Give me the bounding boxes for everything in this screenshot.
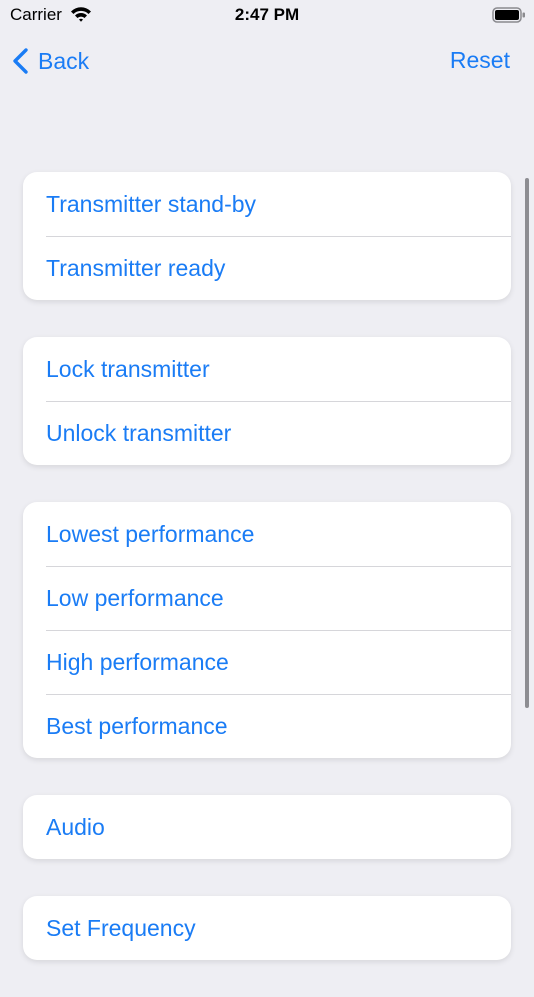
group-transmitter-lock: Lock transmitter Unlock transmitter (23, 337, 511, 465)
battery-icon (492, 7, 525, 23)
lowest-performance-button[interactable]: Lowest performance (23, 502, 511, 566)
high-performance-button[interactable]: High performance (23, 630, 511, 694)
group-frequency: Set Frequency (23, 896, 511, 960)
transmitter-ready-button[interactable]: Transmitter ready (23, 236, 511, 300)
chevron-left-icon (13, 48, 28, 74)
vertical-scrollbar[interactable] (525, 178, 529, 708)
best-performance-button[interactable]: Best performance (23, 694, 511, 758)
back-button[interactable]: Back (10, 44, 89, 78)
status-bar: Carrier 2:47 PM (0, 0, 534, 32)
unlock-transmitter-button[interactable]: Unlock transmitter (23, 401, 511, 465)
transmitter-standby-button[interactable]: Transmitter stand-by (23, 172, 511, 236)
clock-time: 2:47 PM (234, 5, 300, 24)
navigation-bar: Back Reset (0, 36, 534, 86)
set-frequency-button[interactable]: Set Frequency (23, 896, 511, 960)
group-performance: Lowest performance Low performance High … (23, 502, 511, 758)
back-label: Back (38, 47, 90, 74)
group-audio: Audio (23, 795, 511, 859)
lock-transmitter-button[interactable]: Lock transmitter (23, 337, 511, 401)
low-performance-button[interactable]: Low performance (23, 566, 511, 630)
audio-button[interactable]: Audio (23, 795, 511, 859)
group-transmitter-state: Transmitter stand-by Transmitter ready (23, 172, 511, 300)
settings-list: Transmitter stand-by Transmitter ready L… (0, 172, 534, 997)
reset-button[interactable]: Reset (450, 47, 510, 74)
